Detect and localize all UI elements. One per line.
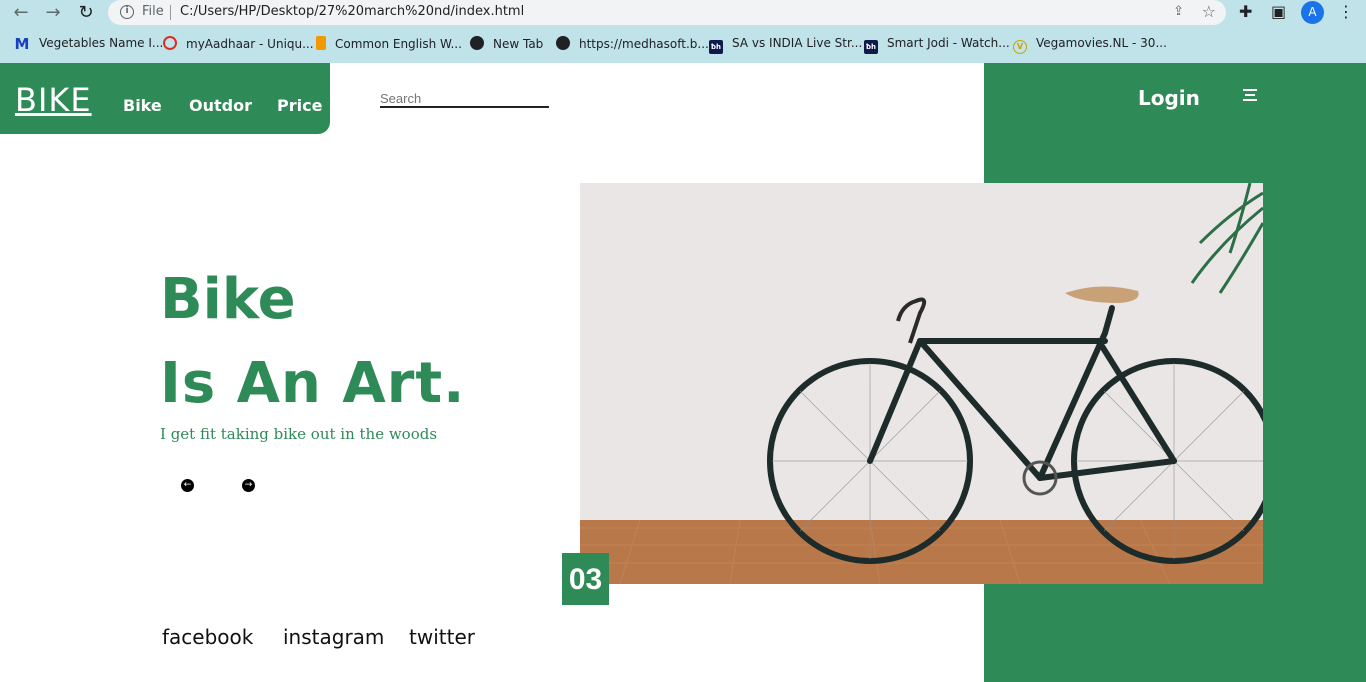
url-text[interactable]: C:/Users/HP/Desktop/27%20march%20nd/inde…	[180, 4, 524, 19]
nav-link-price[interactable]: Price	[277, 96, 322, 115]
bookmark-item[interactable]: Common English W...	[316, 36, 462, 51]
browser-chrome: ← → ↻ i File C:/Users/HP/Desktop/27%20ma…	[0, 0, 1366, 63]
side-panel-icon[interactable]: ▣	[1271, 2, 1286, 21]
hero-tagline: I get fit taking bike out in the woods	[160, 425, 438, 443]
facebook-link[interactable]: facebook	[162, 625, 253, 649]
hero-title-line2: Is An Art.	[160, 351, 466, 416]
star-icon[interactable]: ☆	[1202, 2, 1216, 21]
hero-title-line1: Bike	[160, 267, 296, 332]
bookmark-item[interactable]: https://medhasoft.b...	[556, 36, 709, 51]
document-icon	[316, 36, 326, 50]
bicycle-photo	[580, 183, 1263, 584]
slide-counter: 03	[562, 553, 609, 605]
site-logo[interactable]: BIKE	[15, 81, 92, 119]
url-divider	[170, 5, 171, 20]
m-logo-icon: M	[14, 35, 30, 53]
bookmark-item[interactable]: M Vegetables Name I...	[14, 35, 164, 53]
bookmark-item[interactable]: ƀh SA vs INDIA Live Str...	[709, 36, 862, 54]
globe-icon	[470, 36, 484, 50]
reload-icon[interactable]: ↻	[75, 2, 97, 24]
vegamovies-icon: V	[1013, 40, 1027, 54]
web-page: BIKE Bike Outdor Price Login	[0, 63, 1366, 682]
bicycle-illustration	[580, 183, 1263, 584]
nav-link-bike[interactable]: Bike	[123, 96, 162, 115]
extensions-icon[interactable]: ✚	[1239, 2, 1252, 21]
bookmark-item[interactable]: V Vegamovies.NL - 30...	[1013, 36, 1167, 54]
forward-icon[interactable]: →	[42, 2, 64, 24]
bookmark-item[interactable]: myAadhaar - Uniqu...	[163, 36, 314, 51]
globe-icon	[556, 36, 570, 50]
instagram-link[interactable]: instagram	[283, 625, 384, 649]
profile-avatar[interactable]: A	[1301, 1, 1324, 24]
twitter-link[interactable]: twitter	[409, 625, 475, 649]
bookmarks-bar: M Vegetables Name I... myAadhaar - Uniqu.…	[0, 32, 1366, 56]
more-menu-icon[interactable]: ⋮	[1338, 2, 1354, 21]
hamburger-menu-icon[interactable]	[1243, 89, 1257, 103]
nav-link-outdor[interactable]: Outdor	[189, 96, 252, 115]
share-icon[interactable]: ⇪	[1173, 4, 1184, 19]
info-icon[interactable]: i	[120, 5, 134, 19]
login-link[interactable]: Login	[1138, 86, 1200, 110]
next-arrow-icon[interactable]: →	[242, 479, 255, 492]
aadhaar-icon	[163, 36, 177, 50]
prev-arrow-icon[interactable]: ←	[181, 479, 194, 492]
search-input[interactable]	[380, 90, 549, 108]
address-bar[interactable]: i File C:/Users/HP/Desktop/27%20march%20…	[108, 0, 1226, 25]
bookmark-item[interactable]: ƀh Smart Jodi - Watch...	[864, 36, 1010, 54]
url-scheme: File	[142, 4, 164, 19]
bookmark-item[interactable]: New Tab	[470, 36, 543, 51]
main-nav: BIKE Bike Outdor Price	[0, 63, 330, 134]
bh-logo-icon: ƀh	[709, 40, 723, 54]
back-icon[interactable]: ←	[10, 2, 32, 24]
bh-logo-icon: ƀh	[864, 40, 878, 54]
